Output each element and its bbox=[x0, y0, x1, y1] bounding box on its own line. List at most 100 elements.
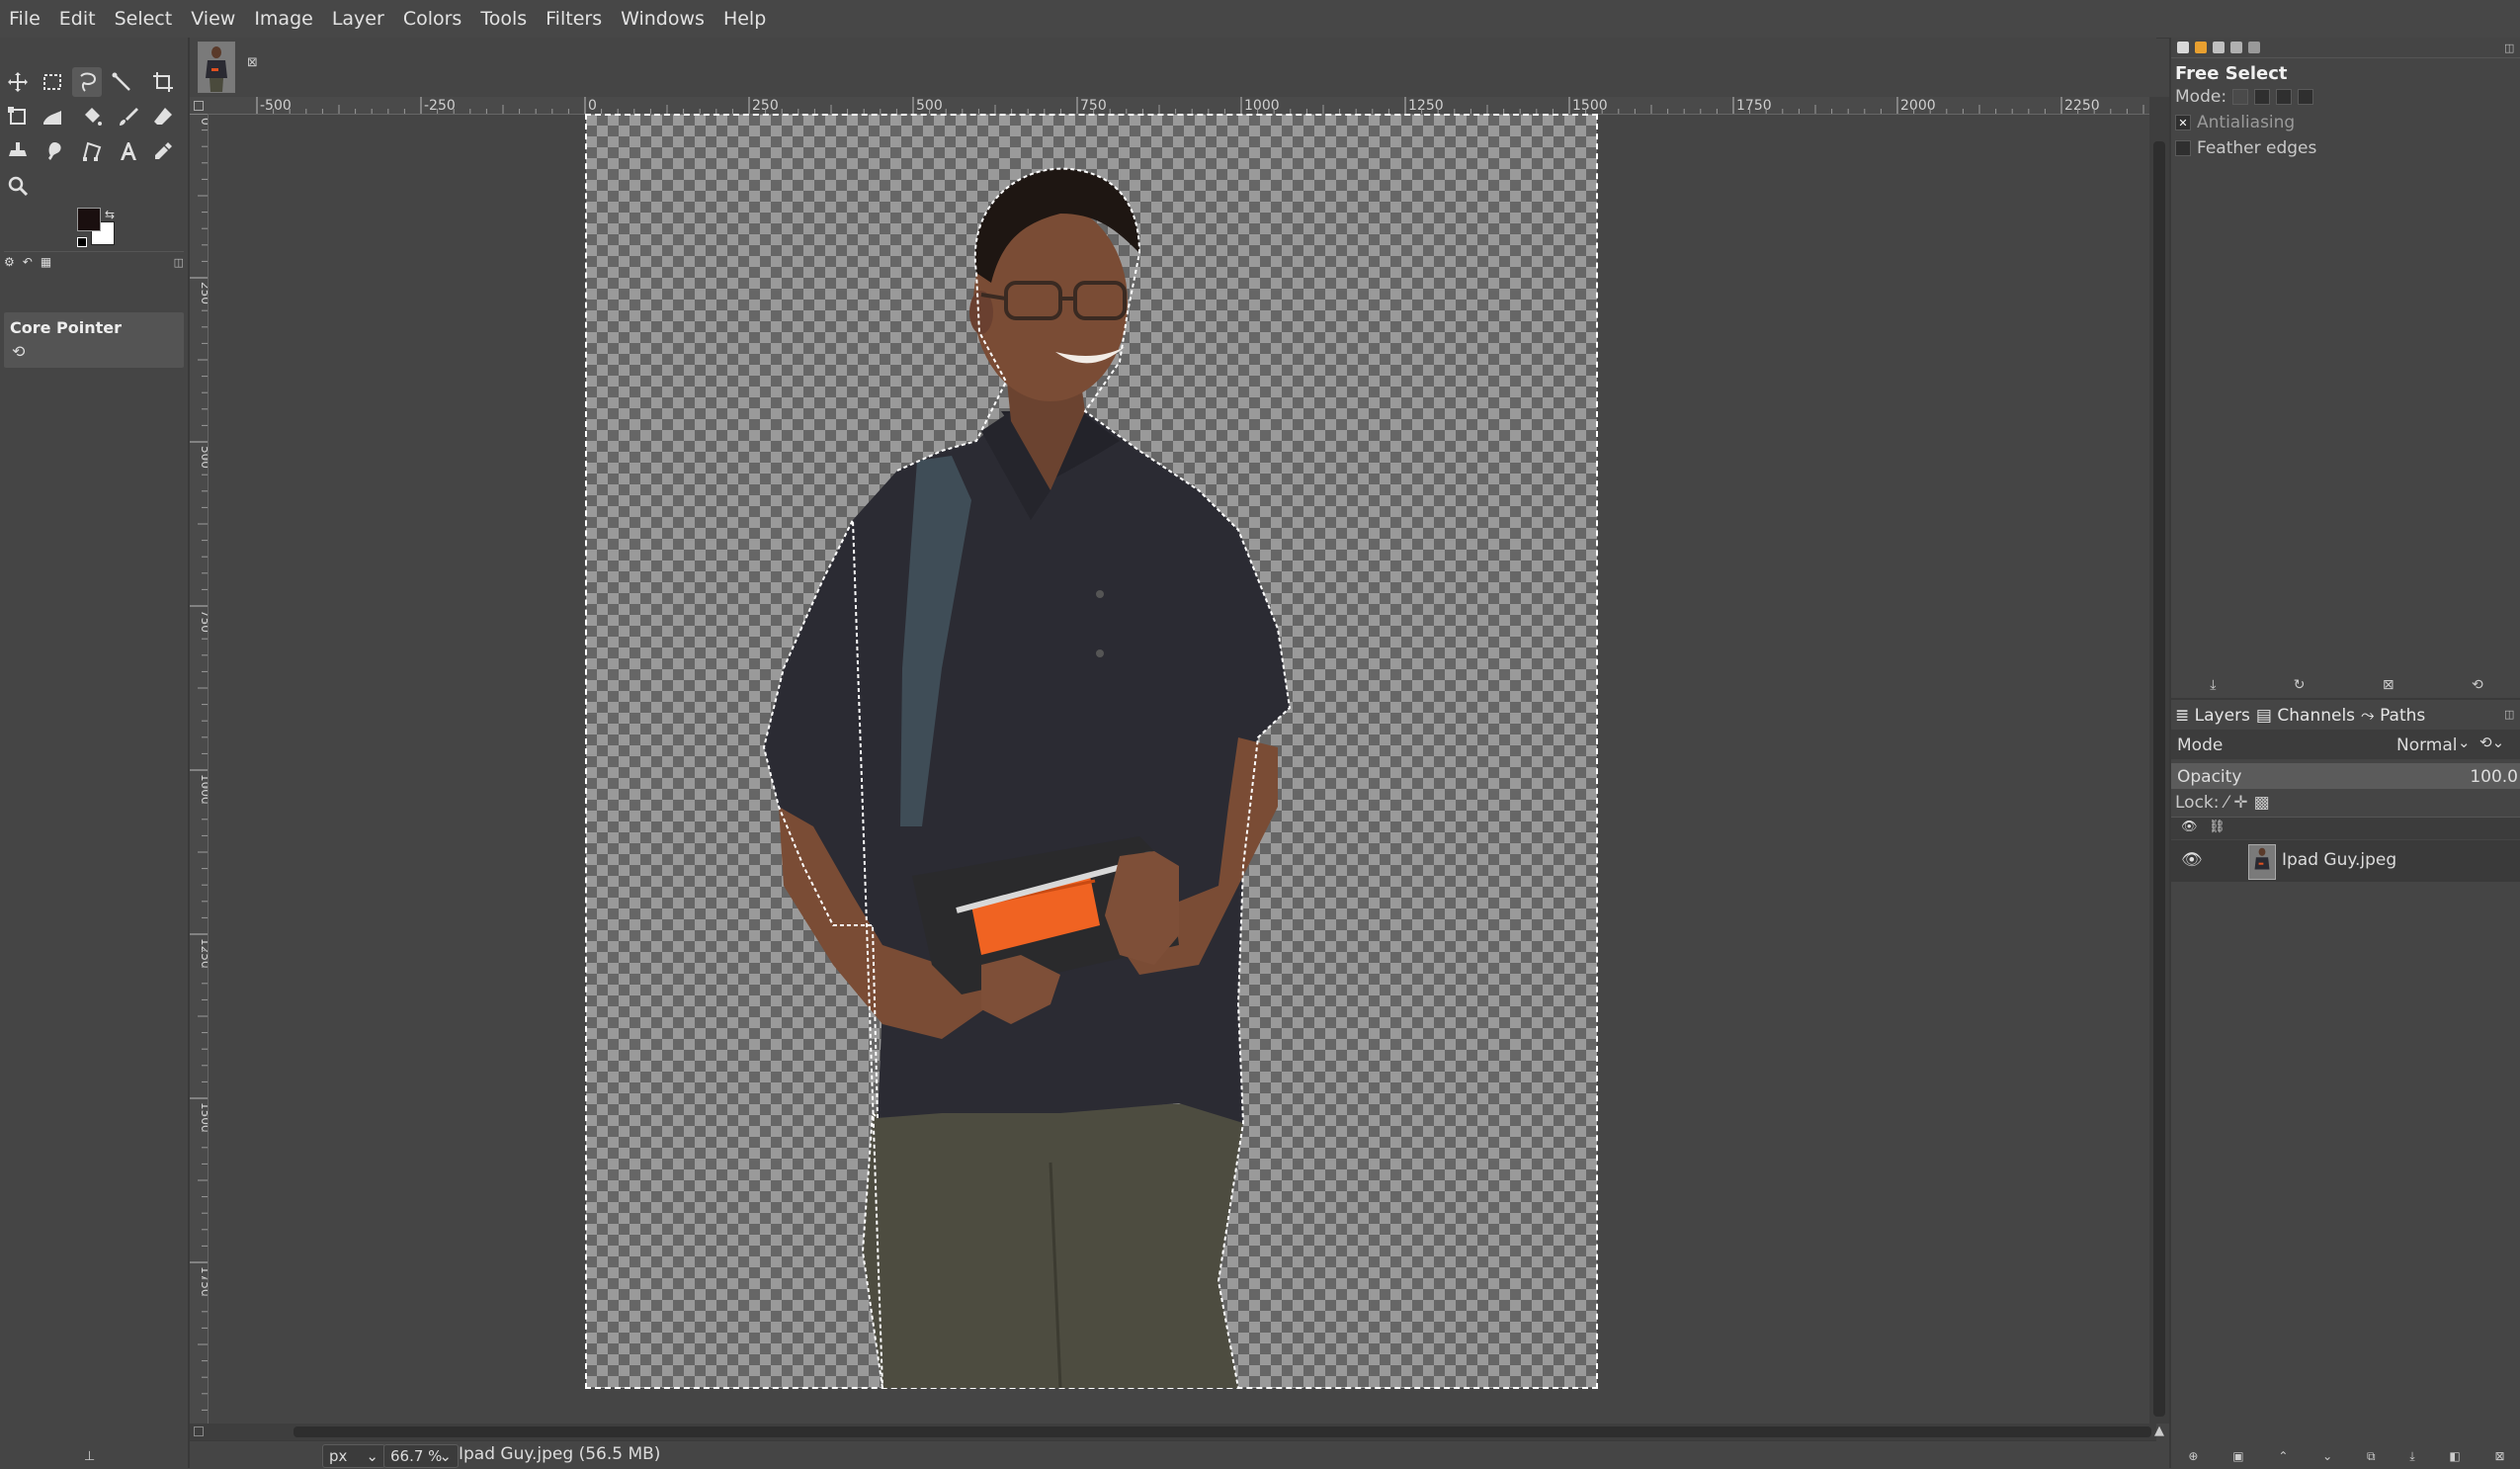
menu-filters[interactable]: Filters bbox=[537, 0, 612, 38]
horizontal-ruler-ticks: -500 -250 0 250 500 750 1000 1250 1500 1750 2000 22… bbox=[256, 97, 2144, 114]
visibility-eye-icon[interactable]: 👁 bbox=[2181, 850, 2203, 870]
paintbrush-icon[interactable] bbox=[114, 102, 143, 131]
antialiasing-label: Antialiasing bbox=[2197, 113, 2296, 132]
close-tab-icon[interactable]: ⊠ bbox=[247, 55, 258, 70]
vertical-scrollbar[interactable] bbox=[2149, 97, 2169, 1424]
chevron-down-icon: ⌄ bbox=[2458, 734, 2471, 751]
menu-view[interactable]: View bbox=[182, 0, 245, 38]
mode-add-button[interactable] bbox=[2254, 89, 2271, 105]
tab-channels[interactable]: ▤ Channels bbox=[2256, 706, 2355, 726]
menu-select[interactable]: Select bbox=[106, 0, 183, 38]
lock-alpha-icon[interactable]: ▩ bbox=[2254, 793, 2270, 813]
feather-edges-checkbox[interactable] bbox=[2175, 140, 2191, 156]
mode-replace-button[interactable] bbox=[2232, 89, 2249, 105]
right-dock: ◫ Free Select Mode: ✕ Antialiasing Feath… bbox=[2169, 38, 2520, 1468]
menu-help[interactable]: Help bbox=[714, 0, 776, 38]
fg-bg-color-selector[interactable]: ⇆ bbox=[77, 208, 117, 247]
text-tool-icon[interactable] bbox=[114, 136, 143, 166]
color-picker-icon[interactable] bbox=[148, 136, 178, 166]
brushes-tab-icon[interactable] bbox=[2195, 42, 2207, 53]
menu-image[interactable]: Image bbox=[245, 0, 323, 38]
opacity-slider[interactable]: Opacity 100.0 bbox=[2171, 763, 2520, 789]
mode-intersect-button[interactable] bbox=[2298, 89, 2314, 105]
images-tab-icon[interactable]: ▦ bbox=[41, 255, 51, 269]
lock-pixels-icon[interactable]: ⁄ bbox=[2226, 793, 2228, 813]
document-history-tab-icon[interactable] bbox=[2248, 42, 2260, 53]
reset-options-icon[interactable]: ⟲ bbox=[2472, 677, 2483, 693]
menu-colors[interactable]: Colors bbox=[394, 0, 472, 38]
menu-tools[interactable]: Tools bbox=[471, 0, 537, 38]
dock-menu-icon[interactable]: ◫ bbox=[174, 256, 184, 269]
save-options-icon[interactable]: ⤓ bbox=[2210, 677, 2216, 693]
mode-reset-icon[interactable]: ⟲⌄ bbox=[2479, 734, 2504, 751]
dock-menu-icon[interactable]: ◫ bbox=[2504, 42, 2514, 54]
zoom-icon[interactable] bbox=[3, 171, 33, 201]
unit-selector[interactable]: px ⌄ bbox=[322, 1444, 385, 1468]
smudge-icon[interactable] bbox=[40, 136, 69, 166]
dock-menu-icon[interactable]: ◫ bbox=[2504, 708, 2514, 721]
menu-windows[interactable]: Windows bbox=[612, 0, 714, 38]
move-tool-icon[interactable] bbox=[3, 67, 33, 97]
chain-header-icon: ⛓ bbox=[2209, 820, 2226, 834]
bucket-fill-icon[interactable] bbox=[77, 102, 107, 131]
menu-layer[interactable]: Layer bbox=[323, 0, 394, 38]
h-ruler-label: -250 bbox=[424, 98, 456, 114]
tool-options-tab-icon[interactable] bbox=[2177, 42, 2189, 53]
device-status-tab-icon[interactable]: ⚙ bbox=[4, 255, 15, 269]
menu-edit[interactable]: Edit bbox=[50, 0, 106, 38]
rect-select-icon[interactable] bbox=[38, 67, 67, 97]
vertical-scrollbar-thumb[interactable] bbox=[2153, 141, 2165, 1417]
foreground-color-swatch[interactable] bbox=[77, 208, 101, 231]
undo-history-tab-icon[interactable]: ↶ bbox=[23, 255, 33, 269]
feather-edges-row[interactable]: Feather edges bbox=[2175, 138, 2316, 158]
image-tabs-bar: ⊠ bbox=[190, 38, 2156, 97]
ruler-corner[interactable] bbox=[190, 97, 208, 114]
mode-label: Mode: bbox=[2175, 87, 2227, 107]
clone-icon[interactable] bbox=[3, 136, 33, 166]
antialiasing-row[interactable]: ✕ Antialiasing bbox=[2175, 113, 2295, 132]
fonts-tab-icon[interactable] bbox=[2230, 42, 2242, 53]
delete-layer-icon[interactable]: ⊠ bbox=[2495, 1449, 2505, 1467]
layer-name[interactable]: Ipad Guy.jpeg bbox=[2282, 850, 2396, 870]
swap-colors-icon[interactable]: ⇆ bbox=[105, 208, 115, 221]
crop-icon[interactable] bbox=[148, 67, 178, 97]
raise-layer-icon[interactable]: ⌃ bbox=[2278, 1449, 2288, 1467]
free-select-icon[interactable] bbox=[72, 67, 102, 97]
unified-transform-icon[interactable] bbox=[3, 102, 33, 131]
layer-row[interactable]: 👁 Ipad Guy.jpeg bbox=[2171, 840, 2520, 882]
default-colors-icon[interactable] bbox=[77, 237, 87, 247]
patterns-tab-icon[interactable] bbox=[2213, 42, 2225, 53]
antialiasing-checkbox[interactable]: ✕ bbox=[2175, 115, 2191, 130]
duplicate-layer-icon[interactable]: ⧉ bbox=[2367, 1449, 2376, 1467]
layers-dock-tabs: ≣ Layers ▤ Channels ⤳ Paths bbox=[2175, 706, 2425, 726]
lower-layer-icon[interactable]: ⌄ bbox=[2322, 1449, 2332, 1467]
horizontal-scrollbar[interactable] bbox=[190, 1424, 2156, 1440]
path-tool-icon[interactable] bbox=[77, 136, 107, 166]
quick-mask-toggle[interactable] bbox=[194, 1426, 204, 1436]
lock-position-icon[interactable]: ✛ bbox=[2233, 793, 2247, 813]
horizontal-ruler[interactable]: -500 -250 0 250 500 750 1000 1250 1500 1750 2000 22… bbox=[208, 97, 2149, 115]
eraser-icon[interactable] bbox=[148, 102, 178, 131]
menu-file[interactable]: File bbox=[0, 0, 50, 38]
tab-layers[interactable]: ≣ Layers bbox=[2175, 706, 2250, 726]
vertical-ruler[interactable]: 025050075010001250150017502000 bbox=[190, 114, 209, 1424]
toolbox-bottom-icon[interactable]: ⊥ bbox=[84, 1449, 95, 1464]
image-canvas[interactable] bbox=[585, 114, 1598, 1389]
restore-options-icon[interactable]: ↻ bbox=[2294, 677, 2306, 693]
new-group-icon[interactable]: ▣ bbox=[2232, 1449, 2243, 1467]
mask-layer-icon[interactable]: ◧ bbox=[2449, 1449, 2460, 1467]
new-layer-icon[interactable]: ⊕ bbox=[2188, 1449, 2198, 1467]
unit-value: px bbox=[329, 1447, 348, 1465]
navigate-icon[interactable]: ▲ bbox=[2150, 1424, 2168, 1440]
mode-subtract-button[interactable] bbox=[2276, 89, 2293, 105]
horizontal-scrollbar-thumb[interactable] bbox=[294, 1426, 2151, 1437]
fuzzy-select-icon[interactable] bbox=[107, 67, 136, 97]
warp-transform-icon[interactable] bbox=[38, 102, 67, 131]
layer-mode-label: Mode bbox=[2177, 735, 2224, 755]
image-tab-thumbnail[interactable] bbox=[198, 42, 235, 93]
layer-mode-row[interactable]: Mode Normal ⌄ ⟲⌄ bbox=[2171, 730, 2520, 759]
delete-options-icon[interactable]: ⊠ bbox=[2383, 677, 2394, 693]
zoom-selector[interactable]: 66.7 % ⌄ bbox=[383, 1444, 459, 1468]
tab-paths[interactable]: ⤳ Paths bbox=[2361, 706, 2425, 726]
merge-layer-icon[interactable]: ⤓ bbox=[2409, 1449, 2414, 1467]
